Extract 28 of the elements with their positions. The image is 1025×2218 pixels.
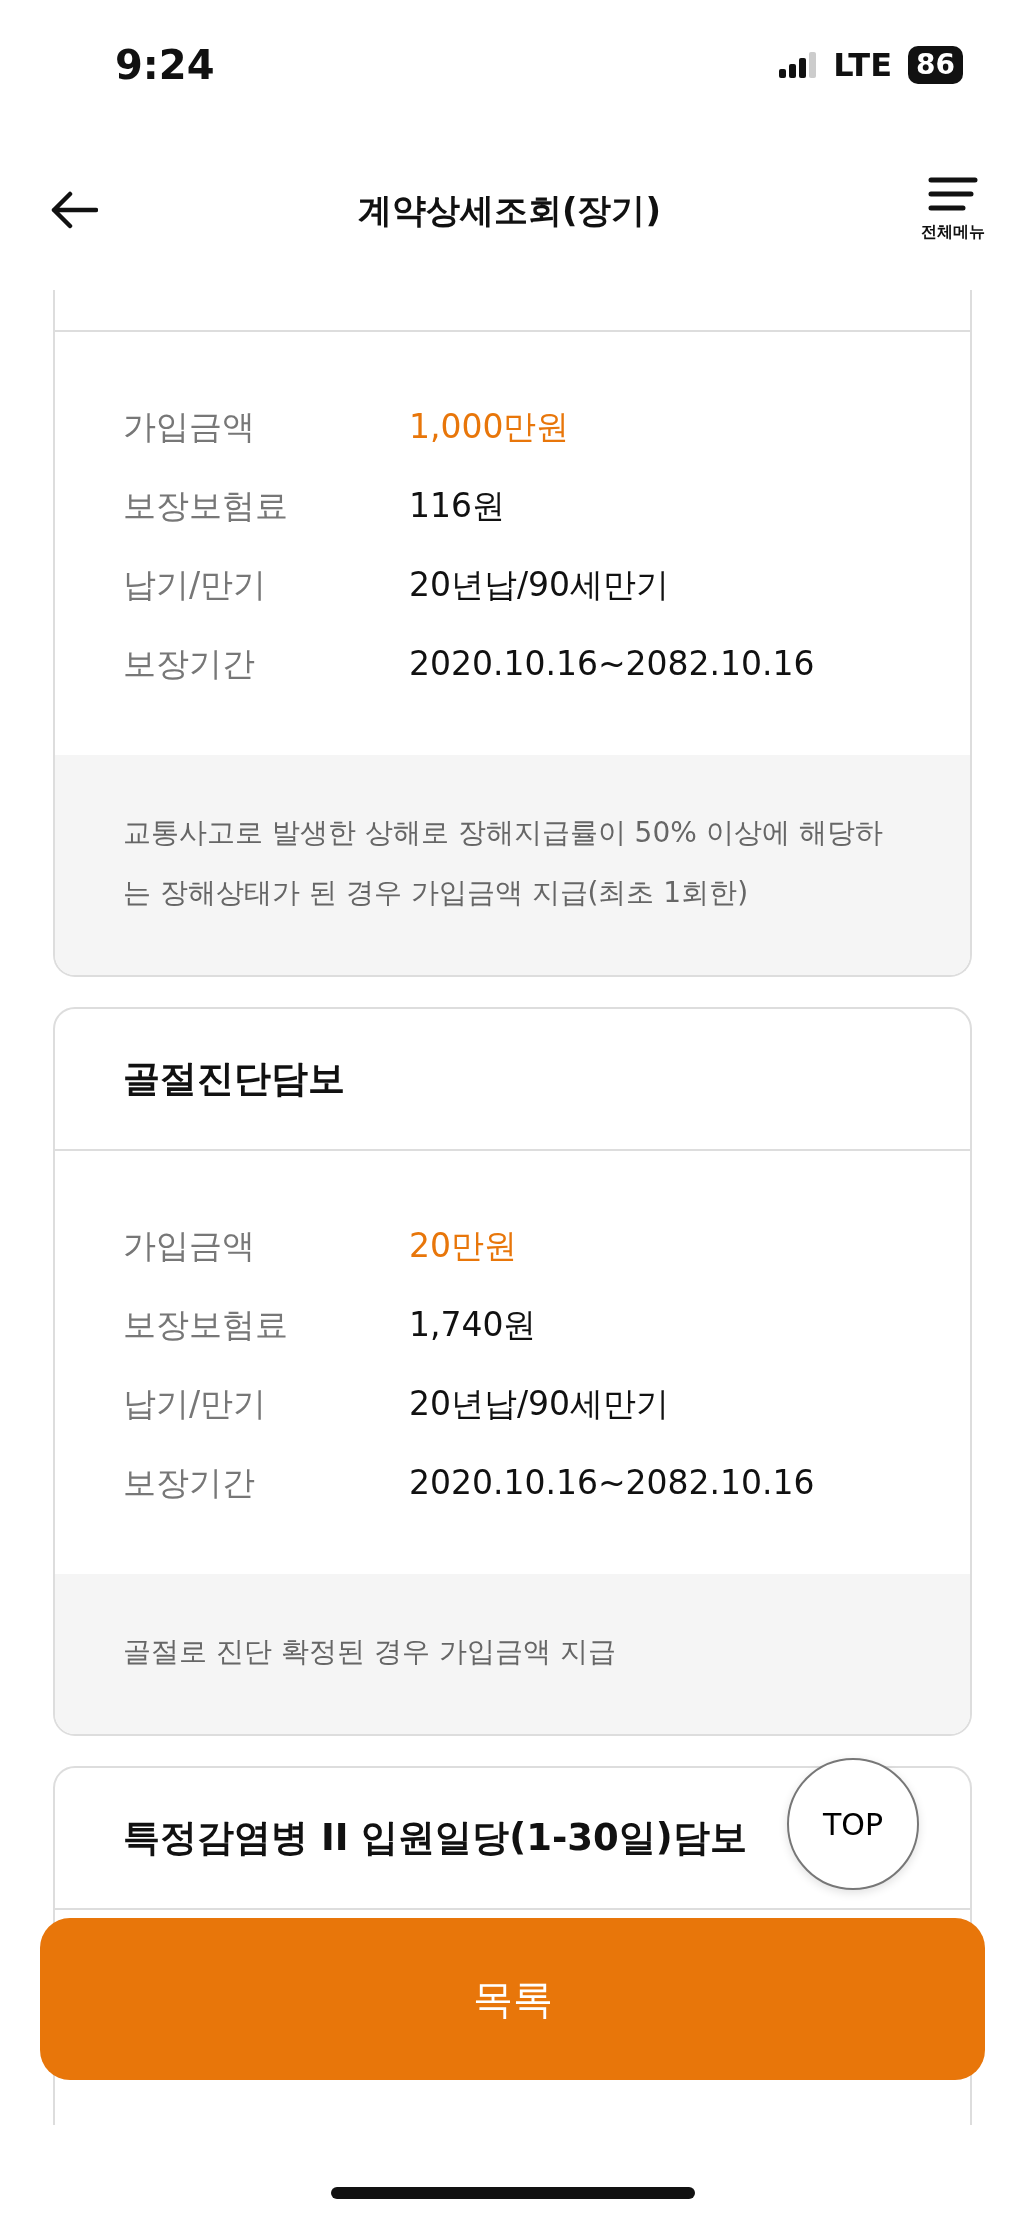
field-value: 1,740원 xyxy=(409,1303,537,1346)
field-value: 20만원 xyxy=(409,1224,517,1267)
menu-icon[interactable] xyxy=(928,176,978,212)
signal-icon xyxy=(779,52,818,78)
field-value: 20년납/90세만기 xyxy=(409,563,670,606)
coverage-description: 교통사고로 발생한 상해로 장해지급률이 50% 이상에 해당하는 장해상태가 된 경우 가입금액 지급(최초 1회한) xyxy=(55,755,970,975)
field-value: 116원 xyxy=(409,484,505,527)
menu-label: 전체메뉴 xyxy=(921,221,985,243)
field-label: 납기/만기 xyxy=(123,563,268,606)
field-label: 가입금액 xyxy=(123,1224,256,1267)
coverage-title: 골절진단담보 xyxy=(123,1056,345,1103)
field-value: 2020.10.16~2082.10.16 xyxy=(409,1461,815,1504)
back-arrow-icon[interactable] xyxy=(50,190,98,230)
field-label: 보장기간 xyxy=(123,1461,256,1504)
battery-level: 86 xyxy=(908,46,963,84)
field-label: 보장보험료 xyxy=(123,484,289,527)
field-value: 2020.10.16~2082.10.16 xyxy=(409,642,815,685)
field-label: 보장기간 xyxy=(123,642,256,685)
status-time: 9:24 xyxy=(115,41,215,90)
field-value: 1,000만원 xyxy=(409,405,570,448)
coverage-title: 특정감염병 II 입원일당(1-30일)담보 xyxy=(123,1815,747,1862)
coverage-description: 골절로 진단 확정된 경우 가입금액 지급 xyxy=(55,1574,970,1734)
field-value: 20년납/90세만기 xyxy=(409,1382,670,1425)
field-label: 보장보험료 xyxy=(123,1303,289,1346)
field-label: 납기/만기 xyxy=(123,1382,268,1425)
field-label: 가입금액 xyxy=(123,405,256,448)
network-label: LTE xyxy=(833,45,893,86)
page-title: 계약상세조회(장기) xyxy=(357,188,662,232)
